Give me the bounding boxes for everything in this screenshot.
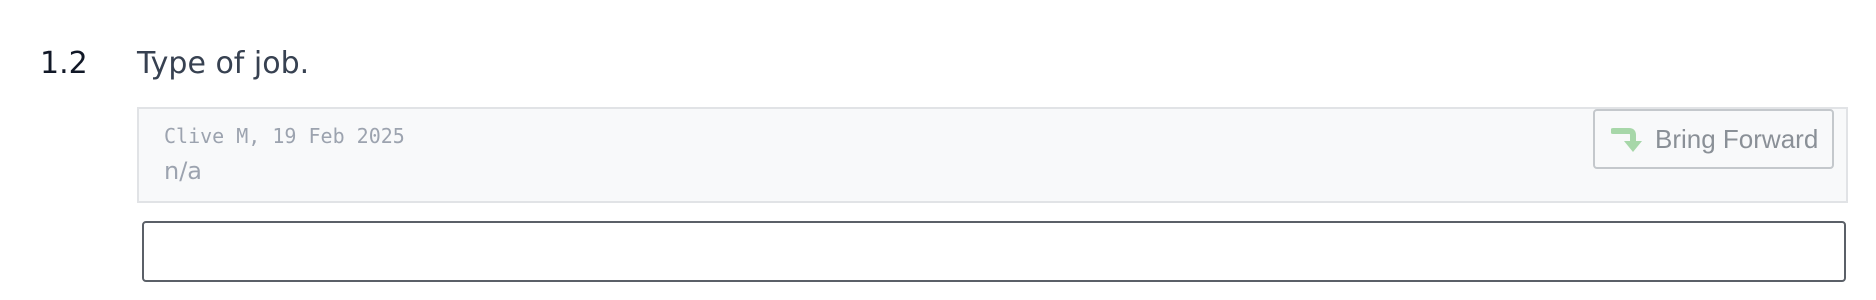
arrow-turn-down-right-icon xyxy=(1610,123,1645,155)
question-number: 1.2 xyxy=(40,46,88,81)
answer-input[interactable] xyxy=(142,221,1846,282)
bring-forward-label: Bring Forward xyxy=(1655,123,1819,154)
question-text: Type of job. xyxy=(137,46,310,81)
bring-forward-button[interactable]: Bring Forward xyxy=(1593,109,1834,169)
previous-answer-value: n/a xyxy=(164,157,203,185)
previous-answer-meta: Clive M, 19 Feb 2025 xyxy=(164,124,405,148)
previous-answer-panel: Clive M, 19 Feb 2025 n/a Bring Forward xyxy=(137,107,1848,203)
